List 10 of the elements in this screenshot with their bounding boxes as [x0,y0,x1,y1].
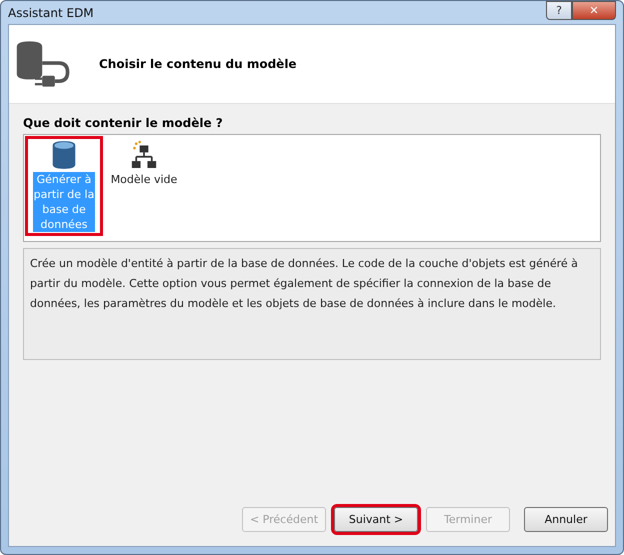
database-icon [51,140,77,170]
option-item[interactable]: Modèle vide [105,136,183,191]
hierarchy-icon [131,140,157,170]
wizard-button[interactable]: Annuler [524,507,608,532]
help-button[interactable]: ? [546,1,572,20]
wizard-button[interactable]: Suivant > [334,507,418,532]
window-title: Assistant EDM [8,6,94,20]
prompt-label: Que doit contenir le modèle ? [23,116,224,130]
description-text: Crée un modèle d'entité à partir de la base de données. Le code de la couche d'objets est généré à partir du modèle. Cette option vous permet également de spécifier la connexion de la base de données, les paramètres du modèle et les objets de base de données à inclure dans le modèle. [30,257,578,310]
header-title: Choisir le contenu du modèle [99,57,297,71]
